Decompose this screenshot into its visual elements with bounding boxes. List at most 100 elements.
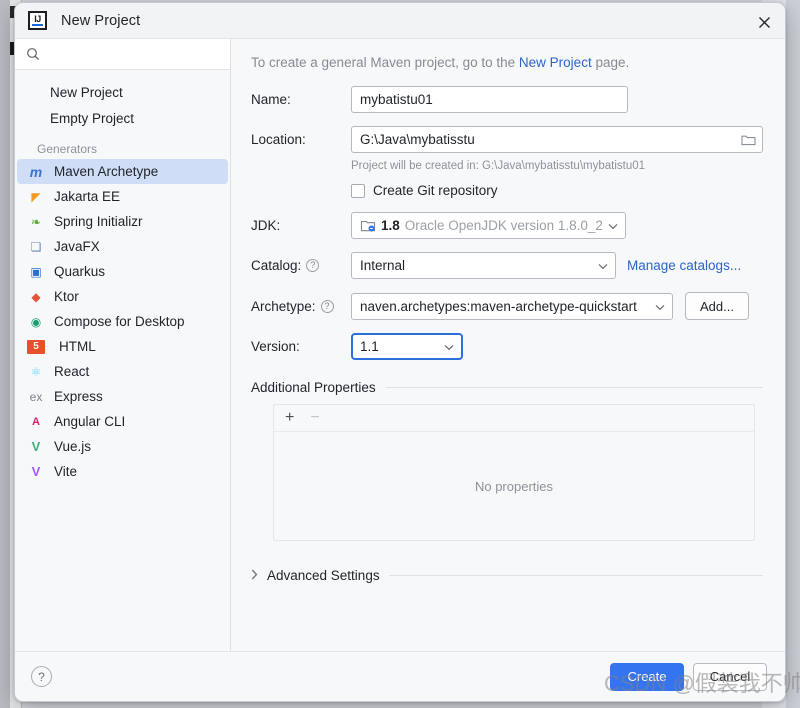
dialog-title: New Project — [61, 12, 141, 29]
javafx-icon: ❏ — [30, 239, 42, 254]
sidebar-item-vue-js[interactable]: V Vue.js — [17, 434, 228, 459]
sidebar-item-react[interactable]: ⚛ React — [17, 359, 228, 384]
search-field-wrapper[interactable] — [15, 39, 230, 70]
sidebar-item-label: Jakarta EE — [54, 189, 121, 204]
sidebar-item-angular-cli[interactable]: A Angular CLI — [17, 409, 228, 434]
archetype-row: Archetype: ? naven.archetypes:maven-arch… — [251, 292, 763, 320]
sidebar-item-new-project[interactable]: New Project — [15, 79, 230, 105]
sidebar-item-ktor[interactable]: ◆ Ktor — [17, 284, 228, 309]
logo-text: IJ — [34, 14, 41, 24]
location-input[interactable] — [351, 126, 763, 153]
sidebar-item-label: Ktor — [54, 289, 79, 304]
angular-icon: A — [32, 415, 40, 428]
chevron-down-icon — [438, 339, 454, 354]
advanced-settings-row[interactable]: Advanced Settings — [251, 568, 763, 583]
catalog-row: Catalog: ? Internal Manage catalogs... — [251, 252, 763, 279]
ktor-icon: ◆ — [31, 289, 41, 304]
help-icon[interactable]: ? — [320, 299, 334, 313]
close-icon[interactable] — [753, 11, 775, 33]
additional-properties-box: + − No properties — [273, 404, 755, 541]
sidebar-item-compose-for-desktop[interactable]: ◉ Compose for Desktop — [17, 309, 228, 334]
search-input[interactable] — [48, 45, 228, 63]
plus-icon[interactable]: + — [285, 409, 294, 427]
sidebar-item-label: Vite — [54, 464, 78, 479]
react-icon: ⚛ — [30, 364, 42, 379]
sidebar-item-label: Quarkus — [54, 264, 106, 279]
quarkus-icon: ▣ — [30, 264, 42, 279]
version-value: 1.1 — [360, 339, 379, 354]
manage-catalogs-link[interactable]: Manage catalogs... — [627, 258, 741, 273]
chevron-down-icon — [592, 258, 608, 273]
vuejs-icon: V — [31, 439, 41, 454]
help-icon[interactable]: ? — [306, 259, 320, 272]
sidebar-item-label: HTML — [59, 339, 96, 354]
sidebar-item-javafx[interactable]: ❏ JavaFX — [17, 234, 228, 259]
catalog-label: Catalog: ? — [251, 258, 351, 273]
html5-icon: 5 — [27, 339, 45, 354]
new-project-dialog: IJ New Project New Project Empty Project… — [14, 2, 786, 702]
chevron-right-icon — [251, 569, 258, 583]
archetype-dropdown[interactable]: naven.archetypes:maven-archetype-quickst… — [351, 292, 673, 320]
chevron-down-icon — [602, 218, 618, 233]
sidebar-item-quarkus[interactable]: ▣ Quarkus — [17, 259, 228, 284]
footer-buttons: Create Cancel — [610, 662, 767, 691]
jdk-row: JDK: 1.8 Oracle OpenJDK version 1.8.0_2( — [251, 212, 763, 239]
catalog-value: Internal — [360, 258, 406, 273]
folder-icon[interactable] — [739, 131, 757, 148]
sidebar-item-label: Angular CLI — [54, 414, 126, 429]
maven-icon: m — [29, 163, 43, 180]
sidebar-item-vite[interactable]: V Vite — [17, 459, 228, 484]
sidebar-item-express[interactable]: ex Express — [17, 384, 228, 409]
sidebar-item-label: Express — [54, 389, 103, 404]
advanced-settings-label: Advanced Settings — [267, 568, 380, 583]
header-divider — [385, 387, 763, 388]
jdk-version-text: 1.8 — [381, 218, 400, 233]
jakarta-ee-icon: ◤ — [31, 189, 41, 204]
generators-list: m Maven Archetype ◤ Jakarta EE ❧ Spring Initi… — [15, 159, 230, 484]
add-archetype-button[interactable]: Add... — [685, 292, 749, 320]
additional-properties-title: Additional Properties — [251, 380, 376, 395]
jdk-description-text: Oracle OpenJDK version 1.8.0_2( — [404, 218, 602, 233]
create-button[interactable]: Create — [610, 662, 684, 691]
spring-icon: ❧ — [30, 214, 42, 229]
name-input[interactable] — [351, 86, 628, 113]
sidebar-item-label: New Project — [50, 84, 123, 100]
catalog-dropdown[interactable]: Internal — [351, 252, 616, 279]
archetype-value: naven.archetypes:maven-archetype-quickst… — [360, 298, 637, 314]
sidebar-item-label: Empty Project — [50, 110, 135, 126]
version-label: Version: — [251, 339, 300, 354]
sidebar-item-label: React — [54, 364, 90, 379]
version-dropdown[interactable]: 1.1 — [351, 333, 463, 360]
git-checkbox-label: Create Git repository — [373, 183, 498, 198]
archetype-label-text: Archetype: — [251, 298, 316, 314]
new-project-link[interactable]: New Project — [519, 55, 592, 70]
name-label: Name: — [251, 92, 291, 107]
dialog-titlebar: IJ New Project — [15, 3, 785, 39]
minus-icon: − — [310, 409, 320, 426]
sidebar-item-spring-initializr[interactable]: ❧ Spring Initializr — [17, 209, 228, 234]
jdk-icon — [360, 220, 376, 231]
generators-sidebar: New Project Empty Project Generators m Ma… — [15, 39, 231, 651]
name-row: Name: — [251, 86, 763, 113]
dialog-footer: ? Create Cancel — [15, 651, 785, 701]
location-row: Location: — [251, 126, 763, 153]
sidebar-top-items: New Project Empty Project — [15, 70, 230, 131]
jdk-dropdown[interactable]: 1.8 Oracle OpenJDK version 1.8.0_2( — [351, 212, 626, 239]
location-label: Location: — [251, 132, 306, 147]
sidebar-item-maven-archetype[interactable]: m Maven Archetype — [17, 159, 228, 184]
generators-section-label: Generators — [37, 142, 98, 156]
hint-suffix: page. — [591, 55, 630, 70]
cancel-button[interactable]: Cancel — [693, 662, 767, 691]
sidebar-item-jakarta-ee[interactable]: ◤ Jakarta EE — [17, 184, 228, 209]
create-git-repository-checkbox[interactable] — [351, 183, 365, 198]
additional-properties-header: Additional Properties — [251, 380, 763, 395]
question-mark-icon[interactable]: ? — [31, 666, 52, 687]
sidebar-item-empty-project[interactable]: Empty Project — [15, 105, 230, 131]
git-repository-row[interactable]: Create Git repository — [351, 183, 763, 198]
sidebar-item-html[interactable]: 5 HTML — [17, 334, 228, 359]
sidebar-item-label: Compose for Desktop — [54, 314, 185, 329]
catalog-label-text: Catalog: — [251, 258, 302, 273]
backdrop-left-gutter — [0, 0, 10, 708]
maven-hint-text: To create a general Maven project, go to… — [251, 55, 763, 70]
search-icon — [27, 48, 40, 61]
